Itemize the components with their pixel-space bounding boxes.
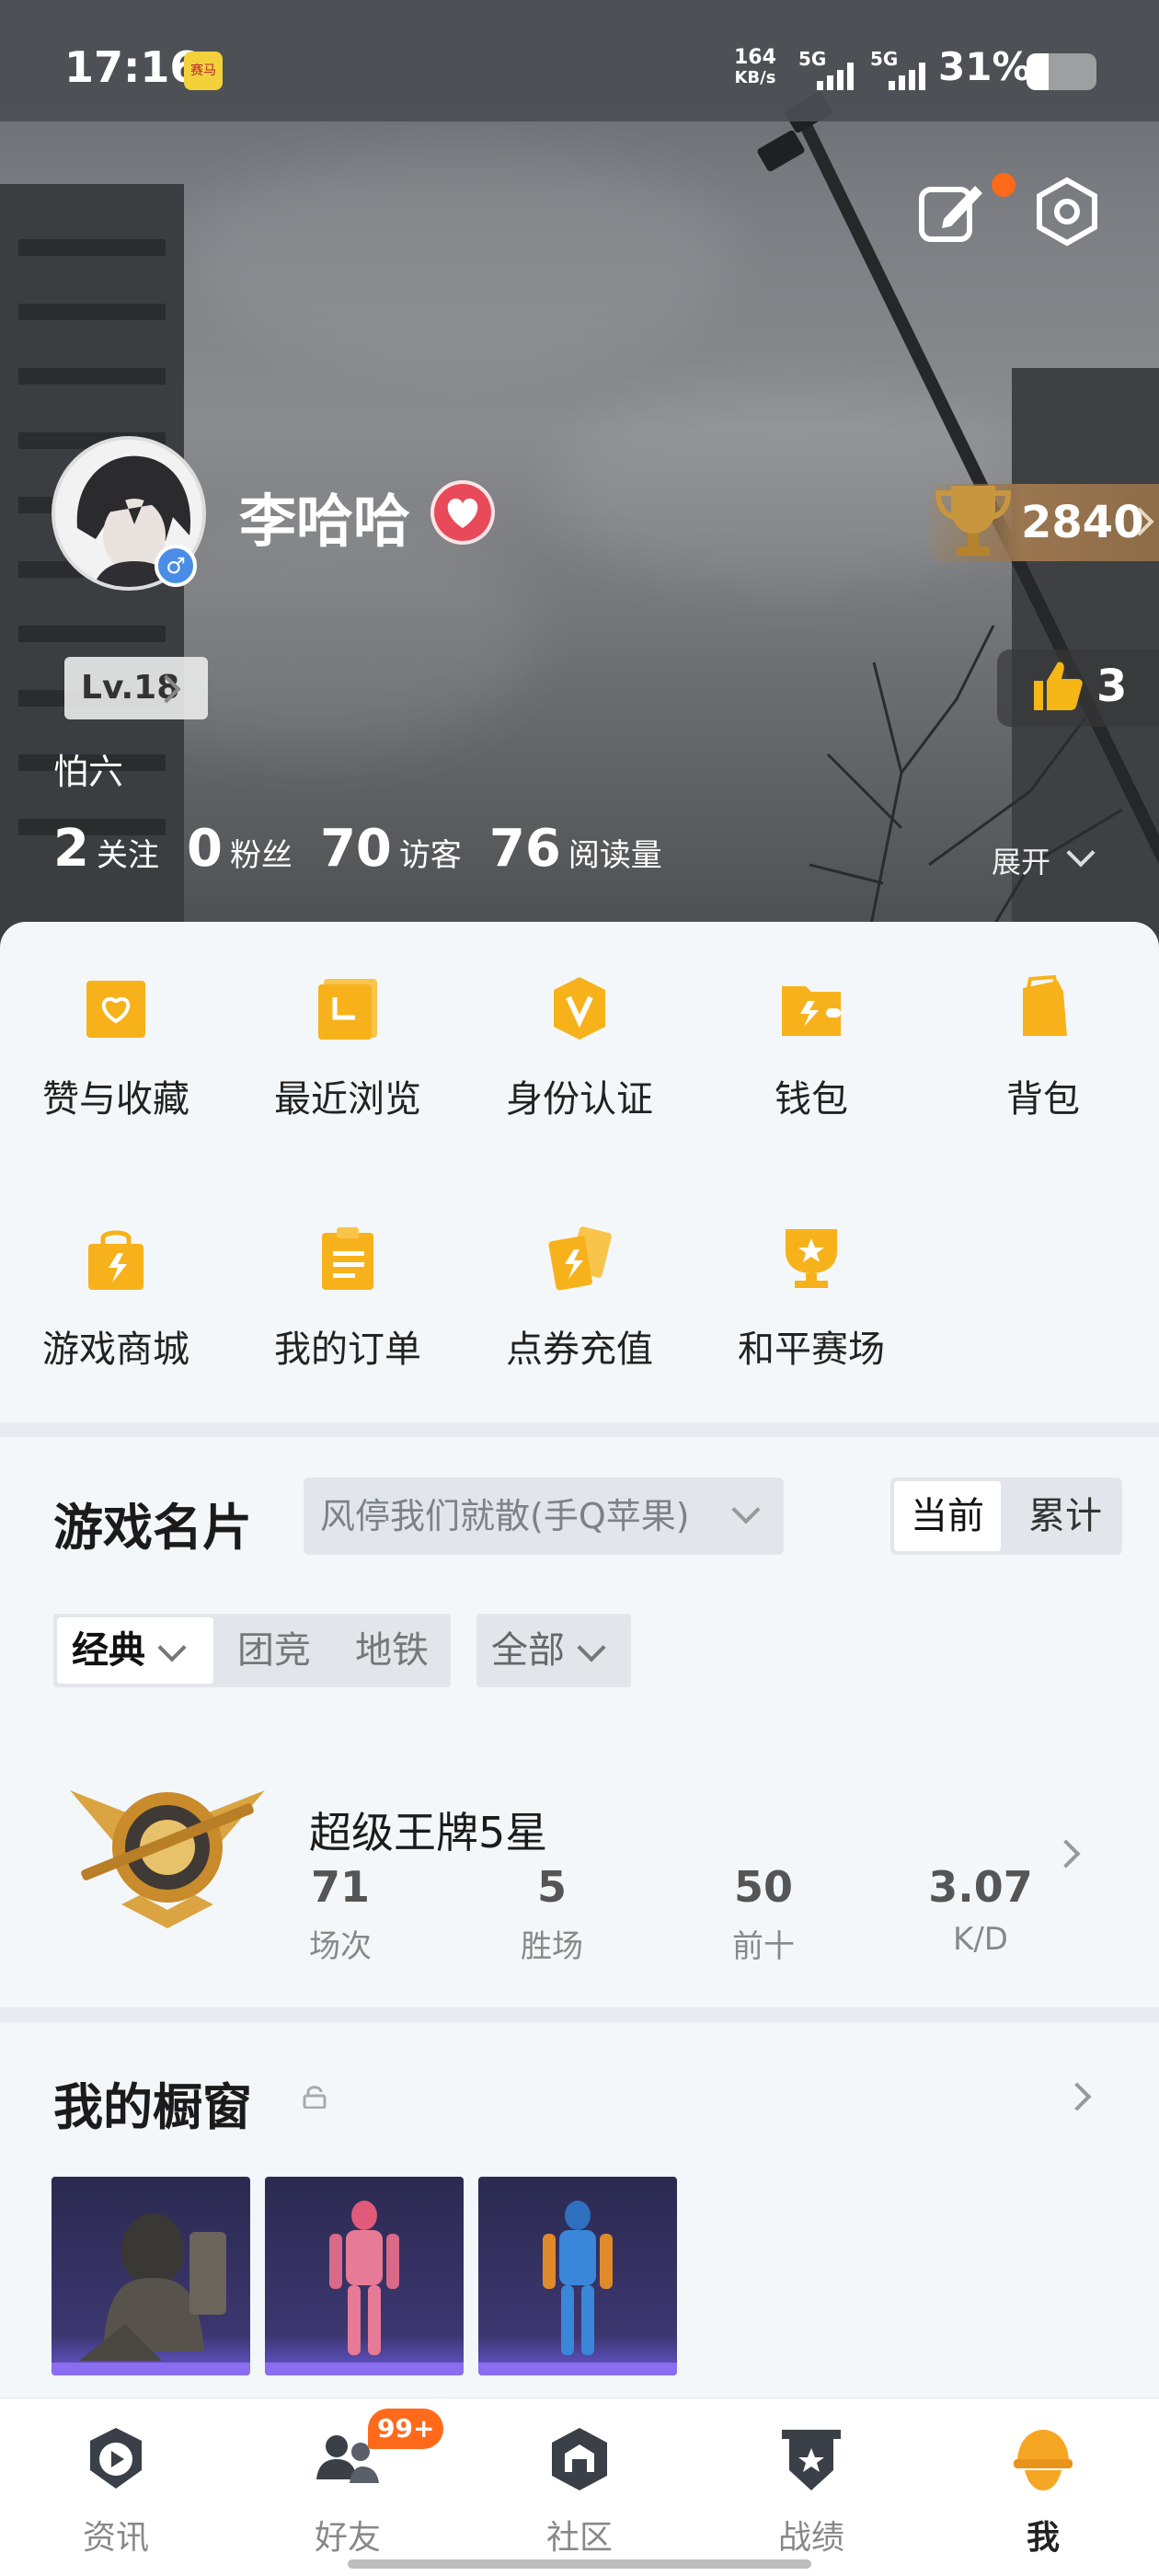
grid-item-wallet[interactable]: 钱包 (695, 975, 927, 1122)
visitors-label[interactable]: 访客 (399, 830, 462, 875)
nav-item-news[interactable]: 资讯 (0, 2424, 232, 2559)
lock-icon[interactable] (302, 2085, 327, 2109)
trophy-icon (935, 486, 1012, 556)
trophy-star-icon (786, 1229, 837, 1288)
signal-bars-1-icon (817, 61, 854, 90)
game-card-title: 游戏名片 (53, 1499, 252, 1557)
grid-label: 背包 (1006, 1078, 1080, 1121)
server-select[interactable]: 风停我们就散(手Q苹果) (304, 1478, 784, 1555)
news-play-icon (90, 2428, 142, 2489)
grid-item-identity-verification[interactable]: 身份认证 (464, 975, 695, 1122)
app-notification-icon: 赛马 (184, 52, 223, 90)
reads-label[interactable]: 阅读量 (568, 830, 662, 875)
bottom-navigation: 资讯 好友 社区 战绩 我 (0, 2398, 1159, 2576)
grid-item-likes-favorites[interactable]: 赞与收藏 (0, 975, 232, 1122)
user-signature: 怕六 (53, 752, 124, 792)
status-bar: 17:16 赛马 164 KB/s 5G 5G 31% (0, 0, 1159, 121)
nav-item-community[interactable]: 社区 (464, 2424, 695, 2559)
grid-label: 钱包 (775, 1078, 848, 1121)
nav-item-me[interactable]: 我 (927, 2424, 1159, 2559)
toggle-total[interactable]: 累计 (1012, 1481, 1119, 1551)
grid-item-coupon-recharge[interactable]: 点券充值 (464, 1225, 695, 1373)
likes-count: 3 (1096, 661, 1128, 712)
grid-item-game-mall[interactable]: 游戏商城 (0, 1225, 232, 1373)
nav-label: 战绩 (777, 2519, 844, 2557)
status-time: 17:16 (64, 42, 200, 92)
nav-label: 资讯 (82, 2519, 149, 2557)
expand-button[interactable]: 展开 (992, 839, 1050, 881)
section-divider (0, 2007, 1159, 2022)
showcase-title: 我的橱窗 (53, 2078, 252, 2136)
grid-label: 赞与收藏 (42, 1078, 189, 1121)
section-divider (0, 1422, 1159, 1437)
grid-label: 和平赛场 (738, 1328, 885, 1371)
wallet-icon (782, 986, 841, 1036)
home-indicator[interactable] (348, 2559, 811, 2569)
battery-percent: 31% (938, 44, 1031, 89)
username: 李哈哈 (239, 488, 411, 555)
toggle-current[interactable]: 当前 (894, 1481, 1001, 1551)
grid-item-peace-arena[interactable]: 和平赛场 (695, 1225, 927, 1373)
helmet-avatar-icon (1014, 2430, 1073, 2490)
settings-gear-icon[interactable] (1032, 177, 1102, 247)
profile-stats: 2 关注 0 粉丝 70 访客 76 阅读量 (53, 819, 690, 879)
thumbs-up-icon (1034, 661, 1083, 710)
stats-period-toggle: 当前 累计 (890, 1478, 1122, 1555)
following-label[interactable]: 关注 (97, 830, 159, 875)
grid-label: 身份认证 (506, 1078, 653, 1121)
showcase-item-3[interactable] (478, 2177, 677, 2375)
grid-item-backpack[interactable]: 背包 (927, 974, 1159, 1122)
backpack-icon (1023, 974, 1067, 1036)
signal-bars-2-icon (889, 61, 925, 90)
grid-item-my-orders[interactable]: 我的订单 (232, 1225, 464, 1373)
showcase-item-1[interactable] (52, 2177, 250, 2375)
history-folder-icon (318, 979, 377, 1040)
verified-badge-icon (554, 977, 605, 1040)
reads-count[interactable]: 76 (489, 819, 561, 879)
rank-stat-top-ten: 50 前十 (732, 1862, 795, 1965)
network-speed: 164 KB/s (734, 46, 776, 88)
mode-tab-metro[interactable]: 地铁 (355, 1617, 429, 1684)
male-gender-icon: ♂ (155, 545, 197, 587)
rank-stat-matches: 71 场次 (309, 1862, 372, 1965)
record-shield-icon (782, 2430, 841, 2490)
grid-label: 游戏商城 (42, 1328, 189, 1371)
friends-unread-badge: 99+ (368, 2409, 444, 2449)
visitors-count[interactable]: 70 (320, 819, 392, 879)
followers-label[interactable]: 粉丝 (230, 830, 293, 875)
coupon-cards-icon (548, 1226, 612, 1291)
ace-rank-badge-icon (70, 1790, 265, 1928)
rank-stat-wins: 5 胜场 (521, 1862, 583, 1965)
edit-profile-icon[interactable] (916, 177, 986, 247)
community-hex-icon (552, 2428, 607, 2490)
edit-notification-dot (992, 173, 1016, 197)
nav-label: 社区 (545, 2519, 613, 2557)
rank-title: 超级王牌5星 (309, 1808, 548, 1857)
grid-label: 点券充值 (506, 1328, 653, 1371)
mode-tab-team[interactable]: 团竞 (237, 1617, 311, 1684)
following-count[interactable]: 2 (53, 819, 89, 879)
battery-icon (1027, 53, 1096, 90)
heart-badge-icon[interactable] (430, 480, 495, 545)
nav-label: 我 (1026, 2519, 1060, 2557)
shopping-bag-icon (88, 1230, 143, 1290)
level-badge[interactable]: Lv.18 (64, 657, 208, 719)
mode-tab-classic[interactable]: 经典 (57, 1617, 213, 1684)
filter-all-select[interactable]: 全部 (476, 1614, 631, 1687)
followers-count[interactable]: 0 (187, 819, 223, 879)
grid-label: 我的订单 (274, 1328, 421, 1371)
mode-tabs: 经典 团竞 地铁 (53, 1614, 451, 1687)
grid-label: 最近浏览 (274, 1078, 421, 1121)
showcase-item-2[interactable] (265, 2177, 464, 2375)
nav-label: 好友 (314, 2519, 381, 2557)
nav-item-records[interactable]: 战绩 (695, 2424, 927, 2559)
rank-stat-kd: 3.07 K/D (928, 1862, 1033, 1958)
grid-item-recent-history[interactable]: 最近浏览 (232, 975, 464, 1122)
heart-folder-icon (86, 981, 145, 1038)
clipboard-icon (322, 1227, 373, 1290)
